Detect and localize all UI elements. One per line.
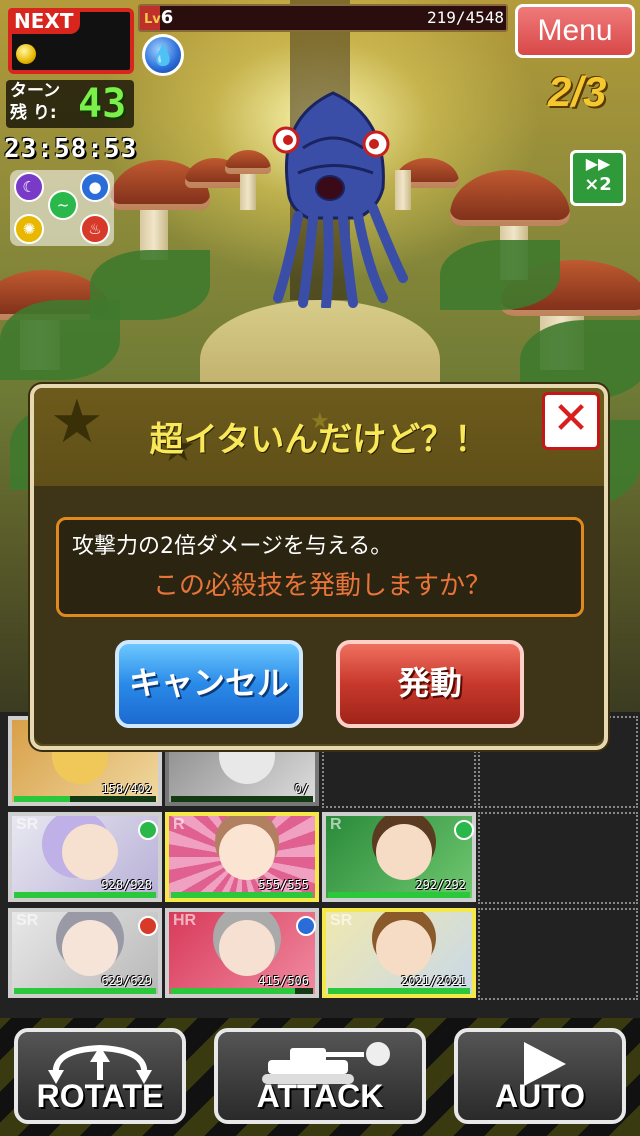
- character-portrait: [62, 920, 118, 976]
- monster-illustration: [272, 91, 408, 311]
- empty-slot[interactable]: [478, 908, 638, 1000]
- foliage: [440, 240, 560, 310]
- speed-toggle-button[interactable]: ▶▶ ×2: [570, 150, 626, 206]
- card-rarity: R: [330, 816, 342, 833]
- exp-counter: 219/4548: [426, 8, 504, 27]
- character-portrait: [376, 920, 432, 976]
- close-button[interactable]: ✕: [542, 392, 600, 450]
- next-label: NEXT: [8, 8, 80, 34]
- hp-bar-fill: [328, 988, 470, 994]
- countdown-timer: 23:58:53: [4, 134, 138, 164]
- card-rarity: SR: [16, 912, 39, 929]
- fire-icon: [138, 916, 158, 936]
- level-prefix: Lv: [144, 12, 161, 27]
- light-orb-icon: [16, 44, 36, 64]
- dialog-title: 超イタいんだけど？！: [149, 420, 489, 460]
- level-value: 6: [160, 7, 174, 28]
- level-indicator: Lv6: [144, 6, 173, 32]
- unit-card[interactable]: SR 2021/2021: [322, 908, 476, 998]
- card-hp: 928/928: [101, 878, 152, 892]
- turns-label: ターン 残 り:: [10, 81, 61, 123]
- attack-label: ATTACK: [256, 1078, 384, 1114]
- card-hp: 292/292: [415, 878, 466, 892]
- dark-moon-icon: ☾: [14, 172, 44, 202]
- card-rarity: HR: [173, 912, 197, 929]
- rotate-label: ROTATE: [36, 1078, 164, 1114]
- attack-button[interactable]: ATTACK: [214, 1028, 426, 1124]
- skill-description: 攻撃力の2倍ダメージを与える。: [72, 534, 393, 559]
- speed-label: ×2: [584, 174, 612, 195]
- activate-button[interactable]: 発動: [336, 640, 524, 728]
- fire-icon: ♨: [80, 214, 110, 244]
- hp-bar-track: [171, 796, 313, 802]
- hp-bar-fill: [328, 892, 470, 898]
- hp-bar-fill: [14, 892, 156, 898]
- wind-icon: [138, 820, 158, 840]
- character-portrait: [219, 920, 275, 976]
- menu-button[interactable]: Menu: [515, 4, 635, 58]
- card-rarity: SR: [330, 912, 353, 929]
- character-portrait: [62, 824, 118, 880]
- foliage: [90, 250, 210, 320]
- character-portrait: [376, 824, 432, 880]
- mushroom-stem: [240, 170, 256, 210]
- turns-remaining: 43: [78, 81, 127, 127]
- hp-bar-fill: [171, 892, 313, 898]
- wind-icon: ~: [48, 190, 78, 220]
- unit-card[interactable]: R 292/292: [322, 812, 476, 902]
- wind-icon: [454, 820, 474, 840]
- enemy-monster[interactable]: [258, 88, 408, 311]
- card-hp: 629/629: [101, 974, 152, 988]
- auto-button[interactable]: AUTO: [454, 1028, 626, 1124]
- card-hp: 158/402: [101, 782, 152, 796]
- rotate-button[interactable]: ROTATE: [14, 1028, 186, 1124]
- card-rarity: R: [173, 816, 185, 833]
- fast-forward-icon: ▶▶: [585, 154, 611, 173]
- light-icon: ✺: [14, 214, 44, 244]
- hp-bar-fill: [14, 796, 70, 802]
- card-hp: 2021/2021: [400, 974, 466, 988]
- card-hp: 415/506: [258, 974, 309, 988]
- card-hp: 555/555: [258, 878, 309, 892]
- auto-label: AUTO: [494, 1078, 586, 1114]
- wave-counter: 2/3: [548, 68, 607, 115]
- water-drop-icon: [296, 916, 316, 936]
- confirm-question: この必殺技を発動しますか？: [152, 571, 491, 601]
- water-drop-icon: ●: [80, 172, 110, 202]
- hp-bar-fill: [171, 988, 295, 994]
- card-rarity: SR: [16, 816, 39, 833]
- card-hp: 0/: [294, 782, 309, 796]
- cancel-button[interactable]: キャンセル: [115, 640, 303, 728]
- empty-slot[interactable]: [478, 812, 638, 904]
- unit-card[interactable]: R 555/555: [165, 812, 319, 902]
- hp-bar-fill: [14, 988, 156, 994]
- close-icon: ✕: [552, 393, 590, 444]
- character-portrait: [219, 824, 275, 880]
- water-drop-icon: 💧: [142, 34, 184, 76]
